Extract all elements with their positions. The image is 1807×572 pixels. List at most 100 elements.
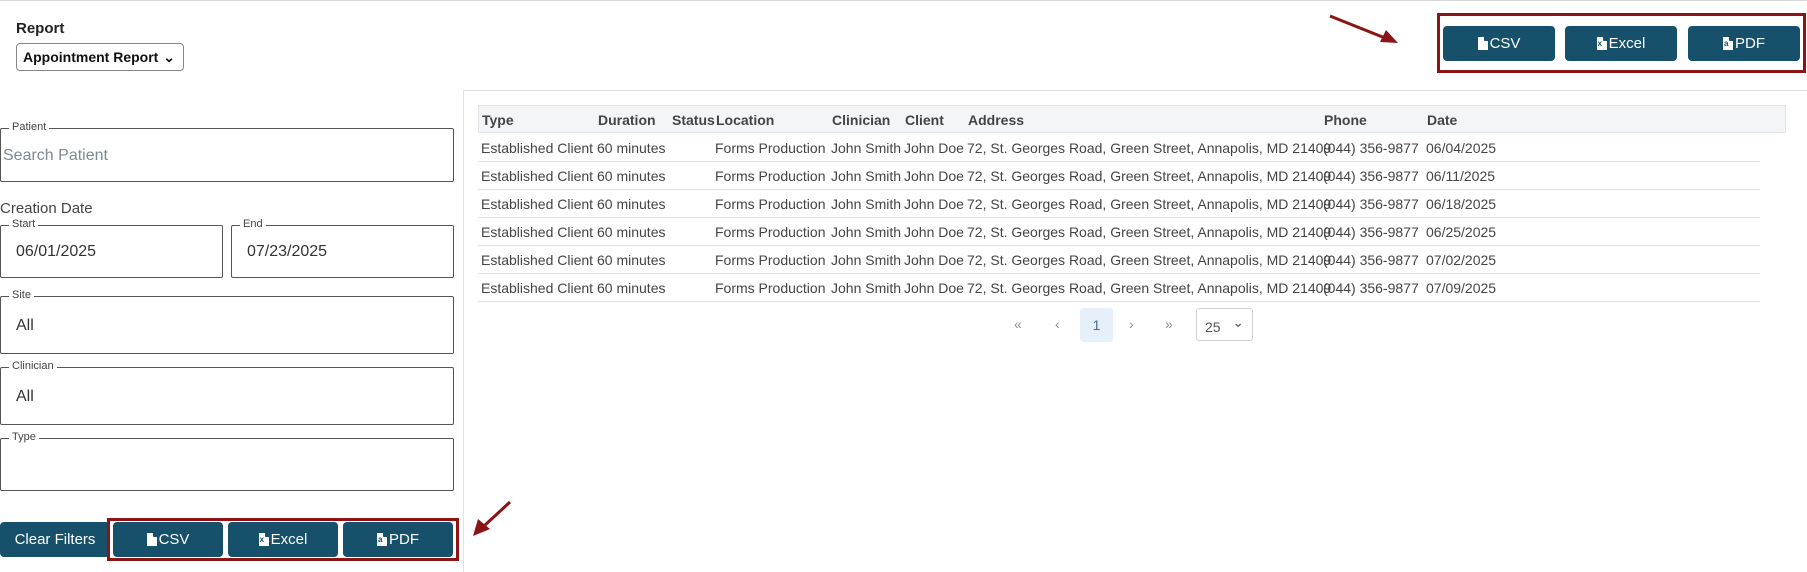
chevron-down-icon: ⌄ bbox=[1232, 314, 1244, 330]
table-cell: John Doe bbox=[904, 280, 964, 296]
table-row[interactable]: Established Client 60 minutes Forms Produc… bbox=[478, 161, 1760, 190]
last-page-button[interactable]: » bbox=[1165, 316, 1173, 332]
top-pdf-button[interactable]: a PDF bbox=[1688, 26, 1800, 61]
header-duration[interactable]: Duration bbox=[598, 112, 656, 128]
top-csv-label: CSV bbox=[1489, 35, 1521, 52]
type-legend: Type bbox=[9, 431, 39, 443]
table-cell: Forms Production bbox=[715, 168, 826, 184]
header-location[interactable]: Location bbox=[716, 112, 774, 128]
table-cell: 06/04/2025 bbox=[1426, 140, 1497, 156]
table-cell: 06/18/2025 bbox=[1426, 196, 1497, 212]
excel-file-icon: x bbox=[258, 533, 269, 546]
patient-legend: Patient bbox=[9, 121, 50, 133]
table-cell: 60 minutes bbox=[597, 168, 666, 184]
header-client[interactable]: Client bbox=[905, 112, 944, 128]
bottom-pdf-button[interactable]: a PDF bbox=[343, 522, 453, 557]
patient-field[interactable]: Patient Search Patient bbox=[0, 121, 454, 182]
table-cell: 72, St. Georges Road, Green Street, Anna… bbox=[967, 140, 1332, 156]
table-cell: Established Client bbox=[481, 168, 594, 184]
table-cell: 07/09/2025 bbox=[1426, 280, 1497, 296]
table-cell: 60 minutes bbox=[597, 280, 666, 296]
start-legend: Start bbox=[9, 218, 39, 230]
table-cell: John Smith bbox=[831, 224, 902, 240]
table-cell: 72, St. Georges Road, Green Street, Anna… bbox=[967, 168, 1332, 184]
table-cell: 60 minutes bbox=[597, 252, 666, 268]
start-date-field[interactable]: Start 06/01/2025 bbox=[0, 218, 223, 278]
top-excel-button[interactable]: x Excel bbox=[1565, 26, 1677, 61]
table-cell: John Smith bbox=[831, 140, 902, 156]
current-page-button[interactable]: 1 bbox=[1080, 308, 1113, 342]
table-row[interactable]: Established Client 60 minutes Forms Produc… bbox=[478, 189, 1760, 218]
file-icon bbox=[1477, 37, 1488, 50]
top-divider bbox=[0, 0, 1807, 1]
table-row[interactable]: Established Client 60 minutes Forms Produc… bbox=[478, 245, 1760, 274]
header-clinician[interactable]: Clinician bbox=[832, 112, 890, 128]
table-cell: Forms Production bbox=[715, 252, 826, 268]
top-csv-button[interactable]: CSV bbox=[1443, 26, 1555, 61]
start-date-value: 06/01/2025 bbox=[16, 243, 97, 260]
clinician-legend: Clinician bbox=[9, 360, 57, 372]
site-legend: Site bbox=[9, 289, 34, 301]
site-field[interactable]: Site All bbox=[0, 289, 454, 354]
table-cell: Established Client bbox=[481, 196, 594, 212]
top-pdf-label: PDF bbox=[1735, 35, 1765, 52]
bottom-excel-button[interactable]: x Excel bbox=[228, 522, 338, 557]
table-cell: John Doe bbox=[904, 196, 964, 212]
bottom-csv-button[interactable]: CSV bbox=[113, 522, 223, 557]
table-cell: John Smith bbox=[831, 168, 902, 184]
table-cell: 72, St. Georges Road, Green Street, Anna… bbox=[967, 280, 1332, 296]
creation-date-label: Creation Date bbox=[0, 200, 93, 217]
header-date[interactable]: Date bbox=[1427, 112, 1457, 128]
page-size-value: 25 bbox=[1205, 319, 1221, 335]
table-row[interactable]: Established Client 60 minutes Forms Produc… bbox=[478, 273, 1760, 302]
bottom-csv-label: CSV bbox=[158, 531, 190, 548]
prev-page-button[interactable]: ‹ bbox=[1055, 316, 1060, 332]
bottom-pdf-label: PDF bbox=[389, 531, 419, 548]
page-size-select[interactable]: 25 ⌄ bbox=[1196, 308, 1253, 341]
table-cell: John Doe bbox=[904, 140, 964, 156]
table-row[interactable]: Established Client 60 minutes Forms Produc… bbox=[478, 133, 1760, 162]
header-status[interactable]: Status bbox=[672, 112, 715, 128]
table-cell: 60 minutes bbox=[597, 140, 666, 156]
table-cell: Forms Production bbox=[715, 280, 826, 296]
pdf-file-icon: a bbox=[1723, 37, 1733, 50]
end-date-value: 07/23/2025 bbox=[247, 243, 328, 260]
table-cell: 07/02/2025 bbox=[1426, 252, 1497, 268]
table-cell: (044) 356-9877 bbox=[1323, 280, 1419, 296]
file-icon bbox=[146, 533, 157, 546]
table-cell: Established Client bbox=[481, 140, 594, 156]
table-cell: Established Client bbox=[481, 224, 594, 240]
report-select-value: Appointment Report bbox=[23, 49, 159, 65]
end-date-field[interactable]: End 07/23/2025 bbox=[231, 218, 454, 278]
clinician-field[interactable]: Clinician All bbox=[0, 360, 454, 425]
report-select[interactable]: Appointment Report ⌄ bbox=[16, 43, 184, 71]
table-cell: John Doe bbox=[904, 168, 964, 184]
table-cell: John Smith bbox=[831, 252, 902, 268]
header-address[interactable]: Address bbox=[968, 112, 1024, 128]
table-cell: Forms Production bbox=[715, 140, 826, 156]
chevron-down-icon: ⌄ bbox=[163, 49, 175, 65]
table-cell: John Smith bbox=[831, 196, 902, 212]
table-cell: Forms Production bbox=[715, 196, 826, 212]
table-cell: (044) 356-9877 bbox=[1323, 168, 1419, 184]
table-row[interactable]: Established Client 60 minutes Forms Produc… bbox=[478, 217, 1760, 246]
header-phone[interactable]: Phone bbox=[1324, 112, 1367, 128]
table-cell: 06/11/2025 bbox=[1426, 168, 1496, 184]
table-cell: (044) 356-9877 bbox=[1323, 224, 1419, 240]
table-cell: John Smith bbox=[831, 280, 902, 296]
top-excel-label: Excel bbox=[1608, 35, 1646, 52]
table-cell: Established Client bbox=[481, 252, 594, 268]
bottom-excel-label: Excel bbox=[270, 531, 308, 548]
header-type[interactable]: Type bbox=[482, 112, 514, 128]
clear-filters-button[interactable]: Clear Filters bbox=[0, 522, 110, 557]
clinician-value: All bbox=[16, 388, 34, 405]
top-annotation-arrow bbox=[1329, 14, 1398, 43]
table-cell: (044) 356-9877 bbox=[1323, 140, 1419, 156]
table-cell: (044) 356-9877 bbox=[1323, 196, 1419, 212]
first-page-button[interactable]: « bbox=[1014, 316, 1022, 332]
next-page-button[interactable]: › bbox=[1129, 316, 1134, 332]
table-cell: 06/25/2025 bbox=[1426, 224, 1497, 240]
pdf-file-icon: a bbox=[377, 533, 387, 546]
type-field[interactable]: Type bbox=[0, 431, 454, 491]
site-value: All bbox=[16, 317, 34, 334]
